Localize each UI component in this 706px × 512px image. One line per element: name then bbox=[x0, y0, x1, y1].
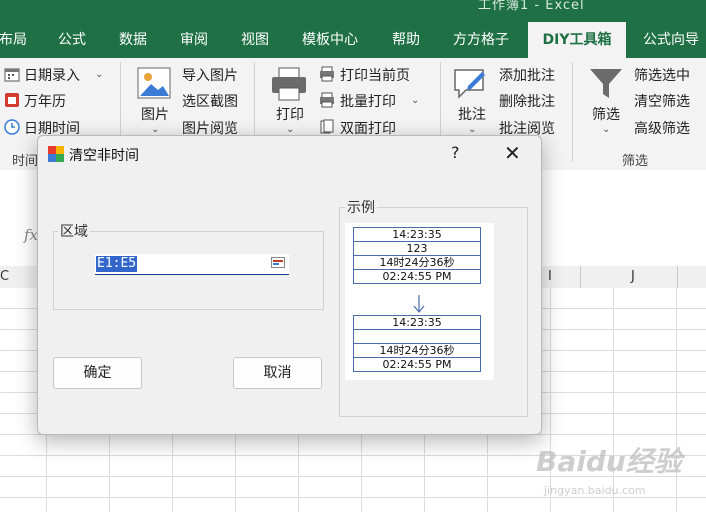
help-button[interactable]: ? bbox=[451, 143, 460, 162]
tab-fangfang[interactable]: 方方格子 bbox=[447, 22, 515, 58]
example-image: 14:23:35 123 14时24分36秒 02:24:55 PM 14:23… bbox=[345, 223, 494, 380]
comment-pen-icon bbox=[454, 69, 485, 99]
filter-button[interactable]: 筛选 bbox=[592, 104, 620, 124]
example-before-cell: 123 bbox=[353, 241, 481, 256]
batch-print-icon bbox=[320, 92, 334, 108]
title-bar: 工作簿1 - Excel 布局 公式 数据 审阅 视图 模板中心 帮助 方方格子… bbox=[0, 0, 706, 58]
column-divider bbox=[580, 266, 581, 288]
tab-data[interactable]: 数据 bbox=[113, 22, 153, 58]
chevron-down-icon[interactable]: ⌄ bbox=[151, 124, 159, 135]
batch-print-button[interactable]: 批量打印 bbox=[340, 91, 396, 111]
example-after-cell: 14:23:35 bbox=[353, 315, 481, 330]
tab-review[interactable]: 审阅 bbox=[174, 22, 214, 58]
chevron-down-icon[interactable]: ⌄ bbox=[95, 69, 103, 80]
import-image-button[interactable]: 导入图片 bbox=[182, 65, 238, 85]
ribbon-divider bbox=[572, 62, 573, 162]
example-before-cell: 14时24分36秒 bbox=[353, 255, 481, 270]
tab-formulas[interactable]: 公式 bbox=[52, 22, 92, 58]
area-legend: 区域 bbox=[58, 221, 90, 241]
baidu-watermark: Baidu经验 jingyan.baidu.com bbox=[536, 440, 706, 512]
date-entry-button[interactable]: 日期录入 bbox=[24, 65, 80, 85]
clear-filter-button[interactable]: 清空筛选 bbox=[634, 91, 690, 111]
fx-icon[interactable]: fx bbox=[24, 226, 38, 244]
example-after-cell: 02:24:55 PM bbox=[353, 357, 481, 372]
column-header-j[interactable]: J bbox=[631, 269, 635, 284]
range-input-value: E1:E5 bbox=[96, 256, 138, 272]
tab-layout[interactable]: 布局 bbox=[0, 22, 30, 58]
duplex-print-icon bbox=[320, 119, 334, 134]
add-comment-button[interactable]: 添加批注 bbox=[499, 65, 555, 85]
perpetual-calendar-button[interactable]: 万年历 bbox=[24, 91, 66, 111]
tab-formula-wizard[interactable]: 公式向导 bbox=[636, 22, 706, 58]
chevron-down-icon[interactable]: ⌄ bbox=[468, 124, 476, 135]
clock-icon bbox=[4, 119, 20, 135]
print-current-page-button[interactable]: 打印当前页 bbox=[340, 65, 410, 85]
column-header-c[interactable]: C bbox=[0, 269, 9, 284]
chevron-down-icon[interactable]: ⌄ bbox=[411, 95, 419, 106]
tab-diy-toolbox[interactable]: DIY工具箱 bbox=[528, 22, 626, 58]
print-page-icon bbox=[320, 66, 334, 82]
delete-comment-button[interactable]: 删除批注 bbox=[499, 91, 555, 111]
tab-template-center[interactable]: 模板中心 bbox=[296, 22, 364, 58]
example-before-cell: 14:23:35 bbox=[353, 227, 481, 242]
chevron-down-icon[interactable]: ⌄ bbox=[286, 124, 294, 135]
calendar-entry-icon bbox=[4, 68, 20, 82]
print-button[interactable]: 打印 bbox=[276, 104, 304, 124]
close-button[interactable]: ✕ bbox=[504, 141, 521, 165]
funnel-icon bbox=[590, 69, 622, 98]
advanced-filter-button[interactable]: 高级筛选 bbox=[634, 118, 690, 138]
example-after-cell bbox=[353, 329, 481, 344]
region-screenshot-button[interactable]: 选区截图 bbox=[182, 91, 238, 111]
tab-help[interactable]: 帮助 bbox=[386, 22, 426, 58]
group-label-filter: 筛选 bbox=[622, 154, 649, 169]
group-label-time: 时间 bbox=[12, 154, 39, 169]
perpetual-calendar-icon bbox=[5, 93, 19, 107]
example-before-cell: 02:24:55 PM bbox=[353, 269, 481, 284]
watermark-url: jingyan.baidu.com bbox=[544, 484, 646, 497]
app-logo-icon bbox=[48, 146, 64, 162]
example-after-cell: 14时24分36秒 bbox=[353, 343, 481, 358]
printer-icon bbox=[272, 67, 306, 101]
example-after-table: 14:23:35 14时24分36秒 02:24:55 PM bbox=[353, 315, 481, 372]
range-input[interactable]: E1:E5 bbox=[95, 254, 289, 275]
image-icon bbox=[137, 67, 171, 99]
range-picker-icon[interactable] bbox=[271, 257, 285, 268]
watermark-brand: Baidu经验 bbox=[536, 445, 682, 478]
column-divider bbox=[677, 266, 678, 288]
chevron-down-icon[interactable]: ⌄ bbox=[602, 124, 610, 135]
dialog-title: 清空非时间 bbox=[69, 148, 139, 164]
example-legend: 示例 bbox=[345, 197, 377, 217]
column-header-i[interactable]: I bbox=[548, 269, 552, 284]
filter-selected-button[interactable]: 筛选选中 bbox=[634, 65, 690, 85]
dialog-title-bar[interactable]: 清空非时间 ? ✕ bbox=[38, 136, 541, 172]
arrow-down-icon bbox=[413, 295, 425, 313]
tab-view[interactable]: 视图 bbox=[235, 22, 275, 58]
example-before-table: 14:23:35 123 14时24分36秒 02:24:55 PM bbox=[353, 227, 481, 284]
ok-button[interactable]: 确定 bbox=[53, 357, 142, 389]
comment-button[interactable]: 批注 bbox=[458, 104, 486, 124]
cancel-button[interactable]: 取消 bbox=[233, 357, 322, 389]
image-button[interactable]: 图片 bbox=[141, 104, 169, 124]
clear-non-time-dialog: 清空非时间 ? ✕ 区域 E1:E5 确定 取消 示例 14:23:35 123… bbox=[37, 135, 542, 435]
